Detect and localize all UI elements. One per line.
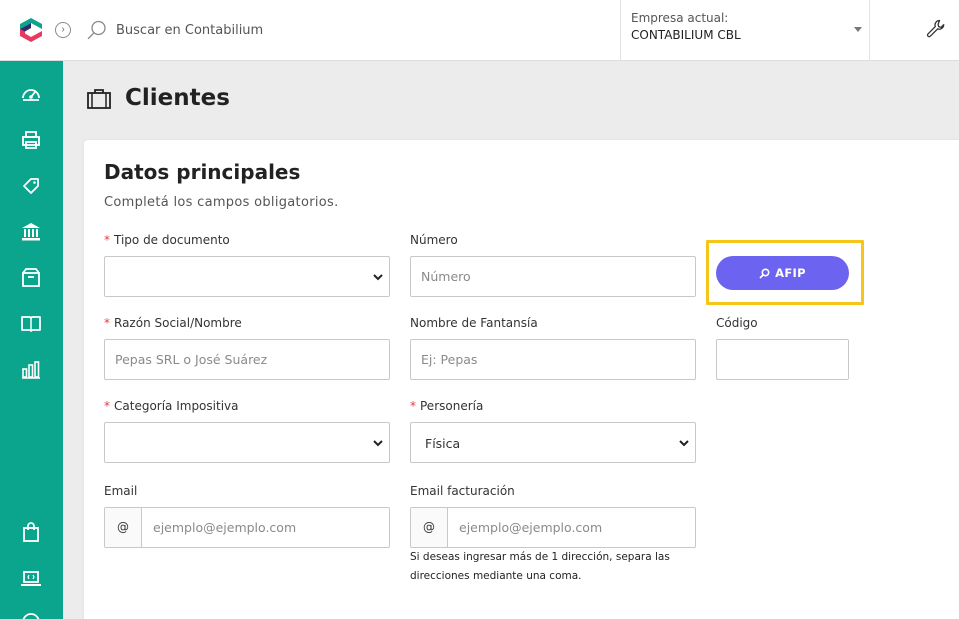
chevron-down-icon [373,440,383,447]
card-title: Datos principales [104,160,301,184]
afip-button-label: AFIP [775,266,806,280]
tipo-documento-select[interactable] [104,256,390,297]
tag-icon[interactable] [20,175,42,197]
caret-down-icon [854,27,862,32]
datos-principales-card: Datos principales Completá los campos ob… [84,140,959,619]
at-sign-prefix: @ [105,508,142,547]
sidebar [0,61,63,619]
search-icon [86,19,108,41]
nombre-fantasia-input[interactable] [410,339,696,380]
chevron-down-icon [373,274,383,281]
company-selector[interactable]: Empresa actual: CONTABILIUM CBL [620,0,870,60]
required-mark: * [104,316,110,330]
required-mark: * [410,399,416,413]
categoria-impositiva-select[interactable] [104,422,390,463]
shopping-bag-icon[interactable] [20,521,42,543]
email-label: Email [104,484,138,498]
help-icon[interactable] [20,611,42,619]
search-icon [759,267,770,279]
afip-search-button[interactable]: AFIP [716,256,849,290]
required-mark: * [104,233,110,247]
bank-icon[interactable] [20,221,42,243]
printer-icon[interactable] [20,129,42,151]
nombre-fantasia-label: Nombre de Fantansía [410,316,538,330]
email-input[interactable] [143,508,387,547]
bar-chart-icon[interactable] [20,359,42,381]
personeria-select[interactable]: Física [410,422,696,463]
at-sign-prefix: @ [411,508,448,547]
book-icon[interactable] [20,313,42,335]
sidebar-expand-button[interactable]: › [55,22,71,38]
codigo-label: Código [716,316,758,330]
company-name: CONTABILIUM CBL [631,28,741,42]
email-facturacion-field-group: @ [410,507,696,548]
razon-social-input[interactable] [104,339,390,380]
email-help-text: Si deseas ingresar más de 1 dirección, s… [410,551,670,582]
search-input[interactable] [112,18,412,42]
dashboard-icon[interactable] [20,83,42,105]
email-facturacion-input[interactable] [449,508,693,547]
laptop-icon[interactable] [20,567,42,589]
personeria-label: * Personería [410,399,484,413]
codigo-input[interactable] [716,339,849,380]
top-bar: › Empresa actual: CONTABILIUM CBL [0,0,959,61]
box-icon[interactable] [20,267,42,289]
tipo-documento-label: * Tipo de documento [104,233,230,247]
numero-input[interactable] [410,256,696,297]
briefcase-icon [86,87,112,111]
numero-label: Número [410,233,458,247]
razon-social-label: * Razón Social/Nombre [104,316,242,330]
email-facturacion-label: Email facturación [410,484,515,498]
company-label: Empresa actual: [631,11,729,25]
card-subtitle: Completá los campos obligatorios. [104,195,339,210]
personeria-value: Física [425,436,461,451]
contabilium-logo-icon[interactable] [18,17,44,43]
categoria-impositiva-label: * Categoría Impositiva [104,399,239,413]
page-title: Clientes [125,85,230,111]
wrench-icon[interactable] [925,18,947,40]
required-mark: * [104,399,110,413]
email-field-group: @ [104,507,390,548]
chevron-down-icon [679,440,689,447]
